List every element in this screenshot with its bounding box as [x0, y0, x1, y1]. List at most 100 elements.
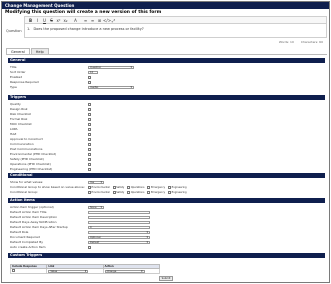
action-item-row: Default Action Item Title: [10, 210, 320, 214]
link-cell: Value: [46, 268, 104, 274]
trigger-row: HAZ: [10, 132, 320, 136]
strikethrough-button[interactable]: S: [48, 18, 55, 23]
title-select[interactable]: Question: [88, 65, 134, 69]
trigger-checkbox[interactable]: [88, 132, 91, 136]
trigger-checkbox[interactable]: [88, 152, 91, 156]
sort-order-input[interactable]: 10: [88, 70, 98, 74]
superscript-button[interactable]: x²: [55, 18, 62, 23]
field-label: Sort Order: [10, 70, 26, 74]
action-item-select[interactable]: [88, 230, 150, 234]
show-values-select[interactable]: Yes: [88, 180, 104, 184]
question-number: 1.: [27, 27, 31, 31]
trigger-checkbox[interactable]: [88, 167, 91, 171]
group-options: Environmental Safety Operations Emergenc…: [88, 190, 189, 194]
trigger-checkbox[interactable]: [88, 142, 91, 146]
action-select[interactable]: Change: [104, 269, 145, 273]
trigger-checkbox[interactable]: [88, 127, 91, 131]
italic-button[interactable]: I: [34, 18, 41, 23]
table-row: Value Change: [9, 268, 161, 274]
type-select[interactable]: Yes/No: [88, 85, 134, 89]
action-item-select[interactable]: Optional: [88, 235, 150, 239]
trigger-checkbox[interactable]: [88, 162, 91, 166]
field-label: Default Completed By: [10, 240, 44, 244]
custom-triggers-table: Include Response Link Action Value Chang…: [9, 264, 161, 274]
trigger-checkbox[interactable]: [88, 137, 91, 141]
trigger-label: Formal Risk: [10, 117, 28, 121]
action-item-select[interactable]: Default: [88, 240, 150, 244]
action-item-input[interactable]: [88, 210, 150, 214]
bullet-list-icon[interactable]: ≡: [82, 18, 89, 23]
table-icon[interactable]: ⊞: [96, 18, 103, 23]
action-item-checkbox[interactable]: [88, 245, 91, 249]
conditional-row-group-based: Conditional Group to show based on value…: [10, 185, 320, 189]
action-item-row: Default Days Away Notification: [10, 220, 320, 224]
link-select[interactable]: Value: [48, 269, 89, 273]
trigger-label: Safety (PHD Checklist): [10, 157, 44, 161]
option-operations[interactable]: Operations: [127, 185, 144, 189]
field-label: Type: [10, 85, 17, 89]
trigger-label: LOPA: [10, 127, 18, 131]
option-environmental[interactable]: Environmental: [88, 190, 110, 194]
response-required-checkbox[interactable]: [88, 80, 91, 84]
option-safety[interactable]: Safety: [112, 185, 124, 189]
action-item-select[interactable]: None: [88, 205, 104, 209]
trigger-checkbox[interactable]: [88, 107, 91, 111]
character-count: Characters: 60: [300, 40, 323, 44]
action-cell: Change: [102, 268, 161, 274]
trigger-checkbox[interactable]: [88, 157, 91, 161]
subscript-button[interactable]: x₂: [62, 18, 69, 23]
custom-triggers-section-header: Custom Triggers: [8, 253, 325, 258]
question-editor[interactable]: 1. Does the proposed change introduce a …: [24, 24, 327, 38]
font-color-button[interactable]: A: [72, 18, 79, 23]
submit-button[interactable]: Submit: [159, 276, 173, 281]
source-code-icon[interactable]: </>: [103, 18, 111, 23]
action-item-row: Default Action Item Days After Startup 0: [10, 225, 320, 229]
trigger-label: Operations (PHD Checklist): [10, 162, 51, 166]
option-operations[interactable]: Operations: [127, 190, 144, 194]
general-section-header: General: [8, 58, 325, 63]
trigger-row: MOC Checklist: [10, 122, 320, 126]
trigger-row: Post Communications: [10, 147, 320, 151]
option-emergency[interactable]: Emergency: [147, 190, 165, 194]
window-title: Change Management Question: [2, 2, 329, 9]
field-label: Enabled: [10, 75, 23, 79]
field-label: Default Action Item Description: [10, 215, 58, 219]
action-item-input[interactable]: 0: [88, 225, 150, 229]
option-engineering[interactable]: Engineering: [168, 185, 187, 189]
trigger-checkbox[interactable]: [88, 112, 91, 116]
field-label: Default Role: [10, 230, 29, 234]
numbered-list-icon[interactable]: ≡: [89, 18, 96, 23]
trigger-row: LOPA: [10, 127, 320, 131]
trigger-label: Engineering (PHD Checklist): [10, 167, 53, 171]
fullscreen-icon[interactable]: ⤢: [110, 18, 117, 23]
trigger-row: Communication: [10, 142, 320, 146]
trigger-label: Design Risk: [10, 107, 28, 111]
trigger-checkbox[interactable]: [88, 117, 91, 121]
trigger-checkbox[interactable]: [88, 102, 91, 106]
option-emergency[interactable]: Emergency: [147, 185, 165, 189]
include-cell: [9, 268, 48, 274]
enabled-checkbox[interactable]: [88, 75, 91, 79]
trigger-row: Safety (PHD Checklist): [10, 157, 320, 161]
trigger-label: Communication: [10, 142, 34, 146]
include-checkbox[interactable]: [12, 269, 15, 272]
option-environmental[interactable]: Environmental: [88, 185, 110, 189]
trigger-label: HAZ: [10, 132, 17, 136]
trigger-row: Quality: [10, 102, 320, 106]
option-safety[interactable]: Safety: [112, 190, 124, 194]
trigger-checkbox[interactable]: [88, 122, 91, 126]
trigger-label: Quality: [10, 102, 21, 106]
action-item-input[interactable]: [88, 215, 150, 219]
general-row-response-required: Response Required: [10, 80, 320, 84]
action-item-input[interactable]: [88, 220, 150, 224]
general-row-sort-order: Sort Order 10: [10, 70, 320, 74]
trigger-label: MOC Checklist: [10, 122, 32, 126]
trigger-checkbox[interactable]: [88, 147, 91, 151]
underline-button[interactable]: U: [41, 18, 48, 23]
field-label: Response Required: [10, 80, 39, 84]
field-label: Auto create Action Item: [10, 245, 46, 249]
option-engineering[interactable]: Engineering: [168, 190, 187, 194]
trigger-row: Operations (PHD Checklist): [10, 162, 320, 166]
triggers-section-header: Triggers: [8, 95, 325, 100]
bold-button[interactable]: B: [27, 18, 34, 23]
